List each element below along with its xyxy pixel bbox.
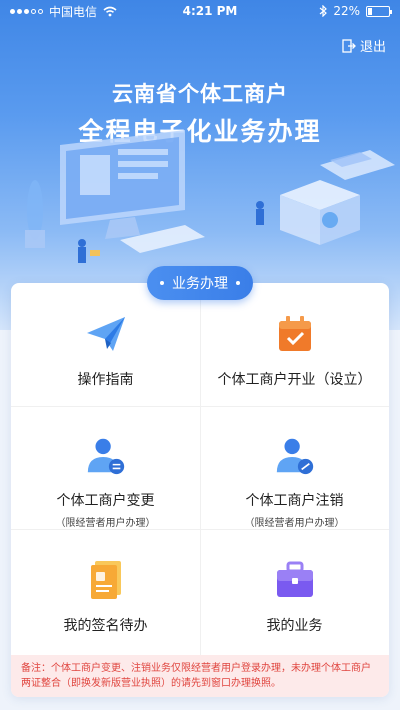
service-label: 个体工商户注销 (245, 493, 344, 509)
services-card: 操作指南 个体工商户开业（设立） 个体工商户变更 （限经营者用户办理） 个体工商… (11, 283, 389, 697)
user-cancel-icon (276, 438, 313, 475)
toolbox-icon (276, 561, 313, 597)
service-label: 操作指南 (77, 372, 134, 388)
bluetooth-icon (319, 5, 328, 17)
user-change-icon (87, 438, 124, 475)
service-operation-guide[interactable]: 操作指南 (11, 283, 200, 406)
service-business-opening[interactable]: 个体工商户开业（设立） (200, 283, 389, 406)
service-signature-todo[interactable]: 我的签名待办 (11, 529, 200, 652)
logout-label: 退出 (359, 40, 386, 55)
logout-button[interactable]: 退出 (342, 36, 386, 55)
clock: 4:21 PM (182, 4, 238, 18)
service-sublabel: （限经营者用户办理） (244, 518, 345, 529)
service-label: 我的签名待办 (63, 618, 148, 634)
status-bar: 中国电信 4:21 PM 22% (0, 0, 400, 22)
carrier-name: 中国电信 (49, 4, 98, 19)
paper-plane-icon (86, 317, 125, 351)
section-badge-label: 业务办理 (172, 276, 228, 292)
battery-percent: 22% (333, 4, 360, 18)
service-label: 我的业务 (266, 618, 323, 634)
service-my-business[interactable]: 我的业务 (200, 529, 389, 652)
grid-divider (11, 529, 389, 530)
briefcase-check-icon (278, 316, 311, 351)
footer-note: 备注：个体工商户变更、注销业务仅限经营者用户登录办理，未办理个体工商户两证整合（… (11, 655, 389, 697)
service-business-cancel[interactable]: 个体工商户注销 （限经营者用户办理） (200, 406, 389, 529)
battery-icon (366, 5, 392, 17)
service-label: 个体工商户变更 (56, 493, 155, 509)
service-label: 个体工商户开业（设立） (217, 372, 372, 388)
grid-divider (200, 295, 201, 655)
service-sublabel: （限经营者用户办理） (55, 518, 156, 529)
section-badge: 业务办理 (147, 266, 253, 300)
signature-document-icon (90, 561, 121, 599)
page-title: 云南省个体工商户 (112, 82, 288, 106)
office-illustration (25, 130, 395, 263)
wifi-icon (103, 6, 117, 16)
service-business-change[interactable]: 个体工商户变更 （限经营者用户办理） (11, 406, 200, 529)
grid-divider (11, 406, 389, 407)
logout-icon (342, 38, 356, 53)
signal-icon (10, 8, 43, 14)
